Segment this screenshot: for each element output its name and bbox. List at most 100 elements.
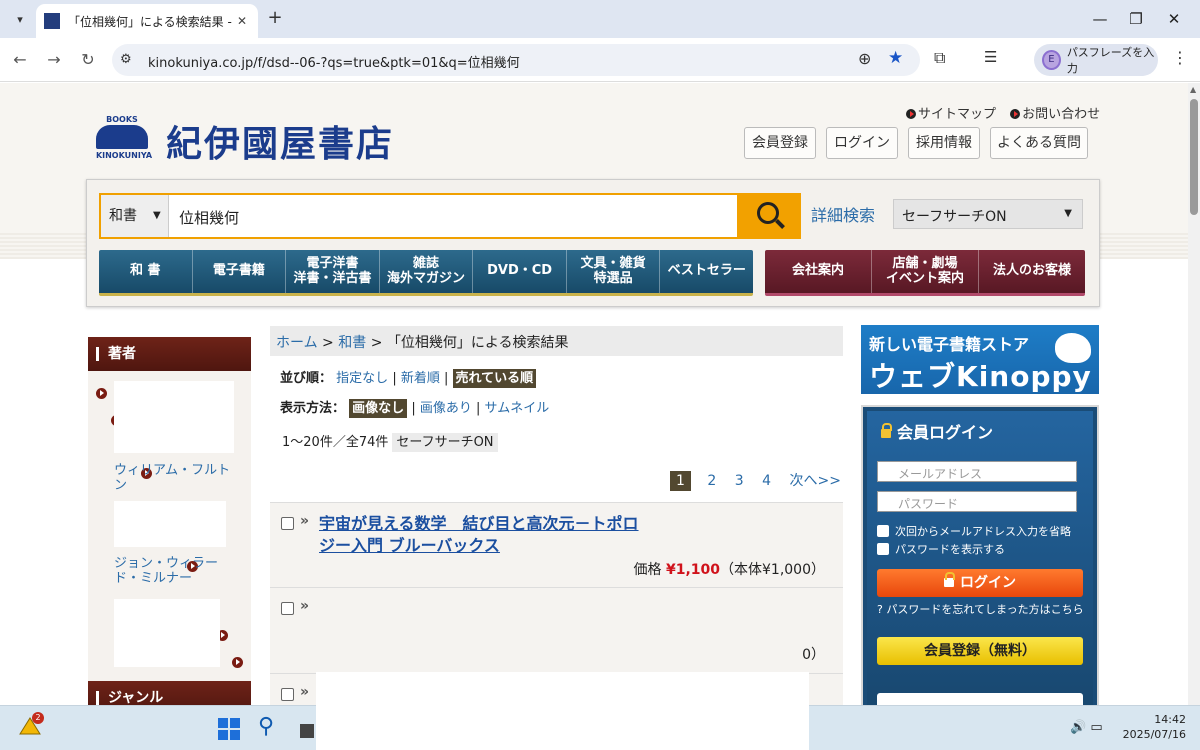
arrow-bullet-icon: [906, 109, 916, 119]
author-placeholder: [114, 599, 220, 667]
scroll-thumb[interactable]: [1190, 99, 1198, 215]
nav-japanese-books[interactable]: 和 書: [99, 250, 193, 293]
display-label: 表示方法：: [280, 401, 346, 416]
login-title: 会員ログイン: [881, 419, 993, 443]
tab-search-icon[interactable]: ▾: [8, 7, 32, 31]
nav-stationery[interactable]: 文具・雑貨 特選品: [567, 250, 661, 293]
result-checkbox[interactable]: [281, 602, 294, 615]
checkbox-icon: [877, 543, 889, 555]
page-4[interactable]: 4: [762, 473, 771, 489]
result-title[interactable]: 宇宙が見える数学 結び目と高次元－トポロジー入門 ブルーバックス: [319, 513, 649, 558]
notification-badge: 2: [32, 712, 44, 724]
result-checkbox[interactable]: [281, 688, 294, 701]
register-button[interactable]: 会員登録: [744, 127, 816, 159]
faq-button[interactable]: よくある質問: [990, 127, 1088, 159]
remember-checkbox[interactable]: 次回からメールアドレス入力を省略: [877, 523, 1071, 539]
display-thumbnail[interactable]: サムネイル: [485, 401, 550, 416]
display-row: 表示方法： 画像なし | 画像あり | サムネイル: [280, 397, 550, 418]
menu-icon[interactable]: ⋮: [1172, 48, 1188, 67]
sort-none[interactable]: 指定なし: [336, 371, 388, 386]
display-with-image[interactable]: 画像あり: [420, 401, 472, 416]
nav-stores[interactable]: 店舗・劇場 イベント案内: [872, 250, 979, 293]
breadcrumb-home[interactable]: ホーム: [276, 335, 318, 351]
clock-date: 2025/07/16: [1122, 728, 1186, 742]
nav-corporate[interactable]: 法人のお客様: [979, 250, 1085, 293]
author-placeholder: [114, 381, 234, 453]
nav-magazines[interactable]: 雑誌 海外マガジン: [380, 250, 474, 293]
tab-close-icon[interactable]: ✕: [234, 14, 250, 28]
tab-active[interactable]: 「位相幾何」による検索結果 - 紀伊 ✕: [36, 4, 258, 38]
back-icon[interactable]: ←: [8, 48, 32, 72]
passphrase-button[interactable]: E パスフレーズを入力: [1034, 44, 1158, 76]
recruit-button[interactable]: 採用情報: [908, 127, 980, 159]
kinoppy-banner[interactable]: 新しい電子書籍ストア ウェブKinoppy: [861, 325, 1099, 394]
main-nav: 和 書 電子書籍 電子洋書 洋書・洋古書 雑誌 海外マガジン DVD・CD 文具…: [99, 250, 753, 296]
display-no-image[interactable]: 画像なし: [349, 399, 408, 418]
site-logo[interactable]: BOOKS KINOKUNIYA: [92, 115, 156, 163]
new-tab-icon[interactable]: +: [264, 7, 286, 28]
scroll-up-icon[interactable]: ▲: [1190, 85, 1196, 94]
windows-start-icon[interactable]: [218, 718, 240, 740]
tab-title: 「位相幾何」による検索結果 - 紀伊: [68, 14, 234, 29]
breadcrumb-category[interactable]: 和書: [338, 335, 366, 351]
nav-bestseller[interactable]: ベストセラー: [660, 250, 753, 293]
nav-ebooks[interactable]: 電子書籍: [193, 250, 287, 293]
email-field[interactable]: メールアドレス: [877, 461, 1077, 482]
login-button[interactable]: ログイン: [826, 127, 898, 159]
sort-newest[interactable]: 新着順: [401, 371, 440, 386]
author-link-fulton[interactable]: ウィリアム・フルトン: [114, 463, 242, 494]
reading-list-icon[interactable]: ☰: [984, 48, 997, 66]
arrow-bullet-icon: [1010, 109, 1021, 119]
login-submit-button[interactable]: ログイン: [877, 569, 1083, 597]
omnibox[interactable]: ⚙ kinokuniya.co.jp/f/dsd--06-?qs=true&pt…: [112, 44, 920, 76]
reload-icon[interactable]: ↻: [76, 48, 100, 72]
next-panel-button[interactable]: [877, 693, 1083, 705]
url-text[interactable]: kinokuniya.co.jp/f/dsd--06-?qs=true&ptk=…: [148, 52, 520, 71]
genre-header: ジャンル: [88, 681, 251, 705]
nav-dvd-cd[interactable]: DVD・CD: [473, 250, 567, 293]
safesearch-value: セーフサーチON: [902, 209, 1007, 225]
clock-time: 14:42: [1154, 713, 1186, 726]
restore-icon[interactable]: ❐: [1116, 6, 1156, 32]
free-register-button[interactable]: 会員登録（無料）: [877, 637, 1083, 665]
show-password-checkbox[interactable]: パスワードを表示する: [877, 541, 1005, 557]
author-header: 著者: [88, 337, 251, 371]
page-2[interactable]: 2: [707, 473, 716, 489]
taskbar-app-icon[interactable]: [300, 724, 314, 738]
sort-sep: |: [444, 371, 449, 386]
nav-foreign-books[interactable]: 電子洋書 洋書・洋古書: [286, 250, 380, 293]
clock[interactable]: 14:42 2025/07/16: [1120, 712, 1186, 743]
result-checkbox[interactable]: [281, 517, 294, 530]
close-window-icon[interactable]: ✕: [1154, 6, 1194, 32]
tray-icons[interactable]: 🔊 ▭: [1070, 720, 1103, 735]
zoom-icon[interactable]: ⊕: [858, 49, 871, 68]
extensions-icon[interactable]: ⧉: [934, 48, 945, 68]
page-scrollbar[interactable]: ▲: [1188, 83, 1200, 705]
breadcrumb-current: 「位相幾何」による検索結果: [386, 335, 569, 351]
contact-link[interactable]: お問い合わせ: [1010, 107, 1100, 122]
sitemap-link[interactable]: サイトマップ: [906, 107, 996, 122]
sort-bestselling[interactable]: 売れている順: [452, 369, 537, 388]
site-info-icon[interactable]: ⚙: [120, 52, 132, 67]
category-select[interactable]: 和書 ▼: [101, 195, 169, 237]
result-count: 1～20件／全74件 セーフサーチON: [282, 431, 498, 452]
nav-company[interactable]: 会社案内: [765, 250, 872, 293]
store-name[interactable]: 紀伊國屋書店: [166, 115, 394, 167]
author-link-milnor[interactable]: ジョン・ウィラード・ミルナー: [114, 556, 242, 587]
minimize-icon[interactable]: —: [1080, 6, 1120, 32]
taskbar-search-icon[interactable]: ⚲: [258, 714, 274, 739]
search-input[interactable]: 位相幾何: [179, 207, 239, 228]
favicon-icon: [44, 13, 60, 29]
advanced-search-link[interactable]: 詳細検索: [811, 202, 875, 226]
tab-bar: ▾ 「位相幾何」による検索結果 - 紀伊 ✕ + — ❐ ✕: [0, 0, 1200, 38]
forward-icon[interactable]: →: [42, 48, 66, 72]
bookmark-star-icon[interactable]: ★: [888, 48, 903, 68]
page-3[interactable]: 3: [735, 473, 744, 489]
lock-icon: [944, 572, 955, 587]
password-field[interactable]: パスワード: [877, 491, 1077, 512]
forgot-password-link[interactable]: ? パスワードを忘れてしまった方はこちら: [877, 601, 1084, 617]
sort-label: 並び順：: [280, 371, 333, 386]
search-button[interactable]: [737, 193, 801, 239]
next-page[interactable]: 次へ>>: [790, 473, 841, 489]
safesearch-select[interactable]: セーフサーチON ▼: [893, 199, 1083, 229]
